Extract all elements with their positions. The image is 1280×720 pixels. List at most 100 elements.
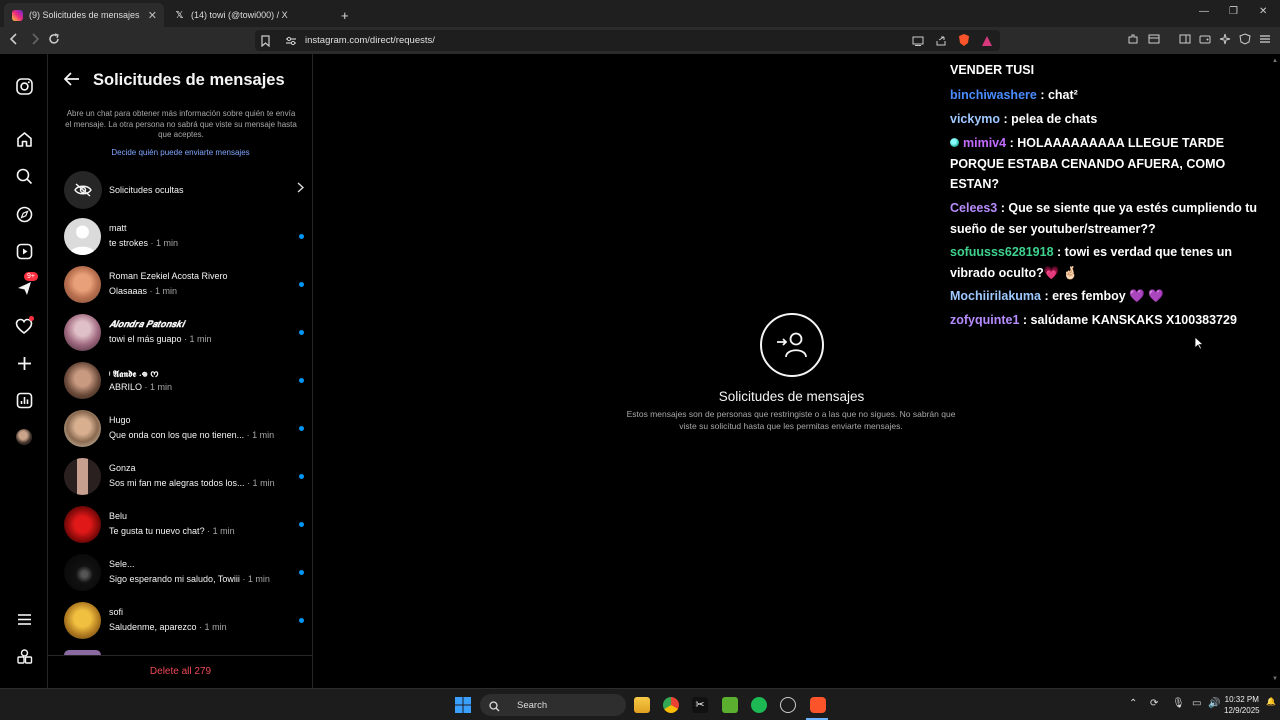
display-icon[interactable]: ▭ (1192, 698, 1201, 709)
request-row[interactable]: Roman Ezekiel Acosta Rivero Olasaaas · 1… (64, 263, 304, 307)
reels-icon[interactable] (14, 241, 34, 261)
back-icon[interactable] (9, 33, 19, 48)
home-icon[interactable] (14, 129, 34, 149)
clock-time: 10:32 PM (1224, 695, 1259, 704)
forward-icon[interactable] (30, 33, 40, 48)
hidden-requests-row[interactable]: Solicitudes ocultas (64, 171, 305, 209)
request-name: matt (109, 223, 127, 233)
request-preview: te strokes · 1 min (109, 238, 179, 248)
avatar (64, 410, 101, 447)
mouse-cursor-icon (1194, 336, 1205, 355)
avatar (64, 458, 101, 495)
brave-rewards-icon[interactable] (981, 34, 993, 52)
extensions-icon[interactable] (1127, 33, 1139, 48)
wallet-icon[interactable] (1148, 33, 1160, 48)
divider (48, 655, 313, 656)
browser-tab-bar: (9) Solicitudes de mensajes • Me ✕ 𝕏 (14… (0, 0, 1280, 27)
dashboard-icon[interactable] (14, 390, 34, 410)
cast-icon[interactable] (912, 34, 924, 52)
brave-shields-icon[interactable] (958, 33, 970, 52)
avatar (64, 554, 101, 591)
capcut-icon[interactable]: ✂ (692, 697, 708, 713)
notification-bell-icon[interactable]: 🔔 (1266, 697, 1276, 706)
delete-all-button[interactable]: Delete all 279 (48, 666, 313, 677)
minimize-icon[interactable]: — (1199, 6, 1209, 17)
unread-dot (299, 618, 304, 623)
request-row[interactable]: matt te strokes · 1 min (64, 215, 304, 259)
windows-start-icon[interactable] (455, 697, 471, 718)
request-row[interactable]: ᵎ 𝕬𝖆𝖓𝖉𝖊 ˖𖦹 ᰔ ABRILO · 1 min (64, 359, 304, 403)
brave-browser-icon[interactable] (810, 697, 826, 713)
tab-title: (14) towi (@towi000) / X (191, 10, 288, 20)
request-row[interactable]: Sele... Sigo esperando mi saludo, Towiii… (64, 551, 304, 595)
avatar (64, 218, 101, 255)
settings-app-icon[interactable] (780, 697, 796, 713)
bookmark-icon[interactable] (261, 34, 270, 52)
reload-icon[interactable] (48, 33, 60, 48)
volume-icon[interactable]: 🔊 (1208, 698, 1220, 709)
request-preview: ABRILO · 1 min (109, 382, 173, 392)
request-preview: Saludenme, aparezco · 1 min (109, 622, 227, 632)
unread-dot (299, 378, 304, 383)
request-preview: Te gusta tu nuevo chat? · 1 min (109, 526, 235, 536)
taskbar-search[interactable]: Search (480, 694, 626, 716)
search-icon[interactable] (14, 166, 34, 186)
tab-instagram[interactable]: (9) Solicitudes de mensajes • Me ✕ (4, 3, 164, 27)
microphone-icon[interactable]: 🎙 (1172, 698, 1185, 709)
close-window-icon[interactable]: ✕ (1259, 6, 1267, 17)
sidebar-toggle-icon[interactable] (1179, 33, 1191, 48)
notifications-heart-icon[interactable] (14, 316, 34, 336)
unread-dot (299, 474, 304, 479)
sync-icon[interactable]: ⟳ (1150, 698, 1158, 709)
new-tab-button[interactable]: + (333, 3, 353, 27)
unread-dot (299, 282, 304, 287)
request-row[interactable]: Belu Te gusta tu nuevo chat? · 1 min (64, 503, 304, 547)
restore-icon[interactable]: ❐ (1229, 6, 1238, 17)
more-menu-icon[interactable] (14, 609, 34, 629)
request-row[interactable]: sofi Saludenme, aparezco · 1 min (64, 599, 304, 643)
close-tab-icon[interactable]: ✕ (148, 9, 157, 22)
chrome-icon[interactable] (663, 697, 679, 713)
chevron-right-icon (297, 182, 305, 196)
menu-icon[interactable] (1259, 33, 1271, 48)
request-name: Hugo (109, 415, 131, 425)
request-name: ᵎ 𝕬𝖆𝖓𝖉𝖊 ˖𖦹 ᰔ (109, 369, 159, 379)
show-hidden-icons-chevron-icon[interactable]: ⌃ (1129, 698, 1137, 709)
wallet-alt-icon[interactable] (1199, 33, 1211, 48)
avatar (64, 362, 101, 399)
site-settings-icon[interactable] (285, 34, 297, 52)
back-arrow-icon[interactable] (63, 72, 80, 91)
request-row[interactable]: 𝑨𝒍𝒐𝒏𝒅𝒓𝒂 𝑷𝒂𝒕𝒐𝒏𝒔𝒌𝒊 towi el más guapo · 1 m… (64, 311, 304, 355)
decide-who-can-message-link[interactable]: Decide quién puede enviarte mensajes (48, 148, 313, 157)
instagram-logo-icon[interactable] (14, 76, 34, 96)
request-name: Sele... (109, 559, 135, 569)
request-row[interactable]: Hugo Que onda con los que no tienen... ·… (64, 407, 304, 451)
file-explorer-icon[interactable] (634, 697, 650, 713)
request-name: Belu (109, 511, 128, 521)
create-plus-icon[interactable] (14, 353, 34, 373)
system-clock[interactable]: 10:32 PM 12/9/2025 (1224, 694, 1260, 716)
request-preview: Que onda con los que no tienen... · 1 mi… (109, 430, 275, 440)
unread-dot (299, 426, 304, 431)
request-row[interactable]: Gonza Sos mi fan me alegras todos los...… (64, 455, 304, 499)
chat-message: mimiv4 : HOLAAAAAAAAA LLEGUE TARDE PORQU… (950, 136, 1226, 191)
empty-state-description: Estos mensajes son de personas que restr… (626, 409, 956, 431)
address-bar[interactable]: instagram.com/direct/requests/ (255, 30, 1000, 51)
also-from-meta-icon[interactable] (14, 646, 34, 666)
share-icon[interactable] (935, 34, 947, 52)
chat-message: Celees3 : Que se siente que ya estés cum… (950, 201, 1258, 236)
leo-ai-icon[interactable] (1219, 33, 1231, 48)
unread-dot (299, 330, 304, 335)
profile-avatar[interactable] (14, 427, 34, 447)
clock-date: 12/9/2025 (1224, 706, 1260, 715)
vpn-icon[interactable] (1239, 33, 1251, 48)
messages-icon[interactable]: 9+ (14, 272, 38, 298)
avatar (64, 266, 101, 303)
minecraft-icon[interactable] (722, 697, 738, 713)
tab-x[interactable]: 𝕏 (14) towi (@towi000) / X (166, 3, 330, 27)
spotify-icon[interactable] (751, 697, 767, 713)
explore-icon[interactable] (14, 204, 34, 224)
chat-message: VENDER TUSI (950, 63, 1035, 77)
instagram-sidebar: 9+ (0, 54, 48, 688)
instagram-favicon-icon (12, 9, 23, 21)
